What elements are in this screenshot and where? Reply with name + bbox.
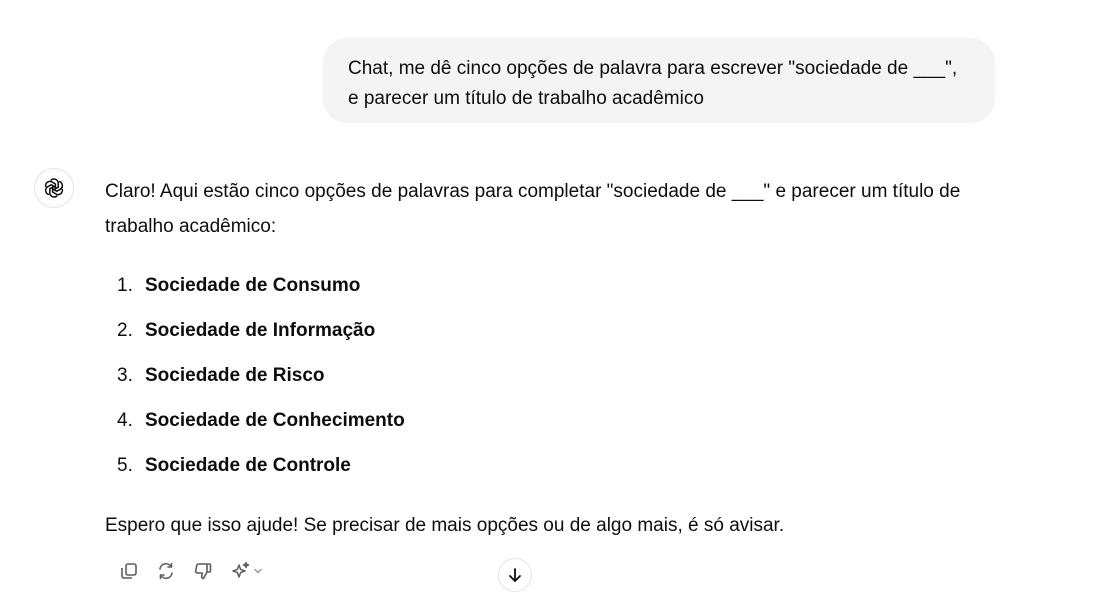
user-message-line-1: Chat, me dê cinco opções de palavra para… [348,58,958,79]
list-item-label: Sociedade de Risco [145,365,325,386]
list-item-label: Sociedade de Informação [145,320,376,341]
sparkle-model-icon [232,561,250,578]
list-item-label: Sociedade de Consumo [145,275,361,296]
thumbs-down-icon [194,563,212,580]
assistant-intro: Claro! Aqui estão cinco opções de palavr… [105,174,1005,244]
arrow-down-icon [509,568,521,582]
assistant-avatar [34,168,74,208]
list-item-number: 4. [117,410,133,431]
chevron-down-icon [254,568,262,574]
copy-button[interactable] [114,556,144,586]
assistant-outro: Espero que isso ajude! Se precisar de ma… [105,515,785,536]
list-item-number: 2. [117,320,133,341]
chat-page: Chat, me dê cinco opções de palavra para… [0,0,1100,614]
user-message-bubble: Chat, me dê cinco opções de palavra para… [323,38,995,123]
list-item-number: 1. [117,275,133,296]
thumbs-down-button[interactable] [188,556,218,586]
copy-icon [121,563,137,579]
openai-logo-icon [44,178,64,198]
list-item-number: 5. [117,455,133,476]
scroll-to-bottom-button[interactable] [498,558,532,592]
list-item-number: 3. [117,365,133,386]
list-item-label: Sociedade de Conhecimento [145,410,405,431]
assistant-intro-line-1: Claro! Aqui estão cinco opções de palavr… [105,181,961,202]
user-message-line-2: e parecer um título de trabalho acadêmic… [348,88,704,109]
regenerate-button[interactable] [151,556,181,586]
regenerate-icon [159,562,173,580]
list-item-label: Sociedade de Controle [145,455,351,476]
assistant-intro-line-2: trabalho acadêmico: [105,216,277,237]
message-actions [114,556,276,586]
assistant-message: Claro! Aqui estão cinco opções de palavr… [105,174,1005,536]
model-switch-button[interactable] [225,556,269,586]
